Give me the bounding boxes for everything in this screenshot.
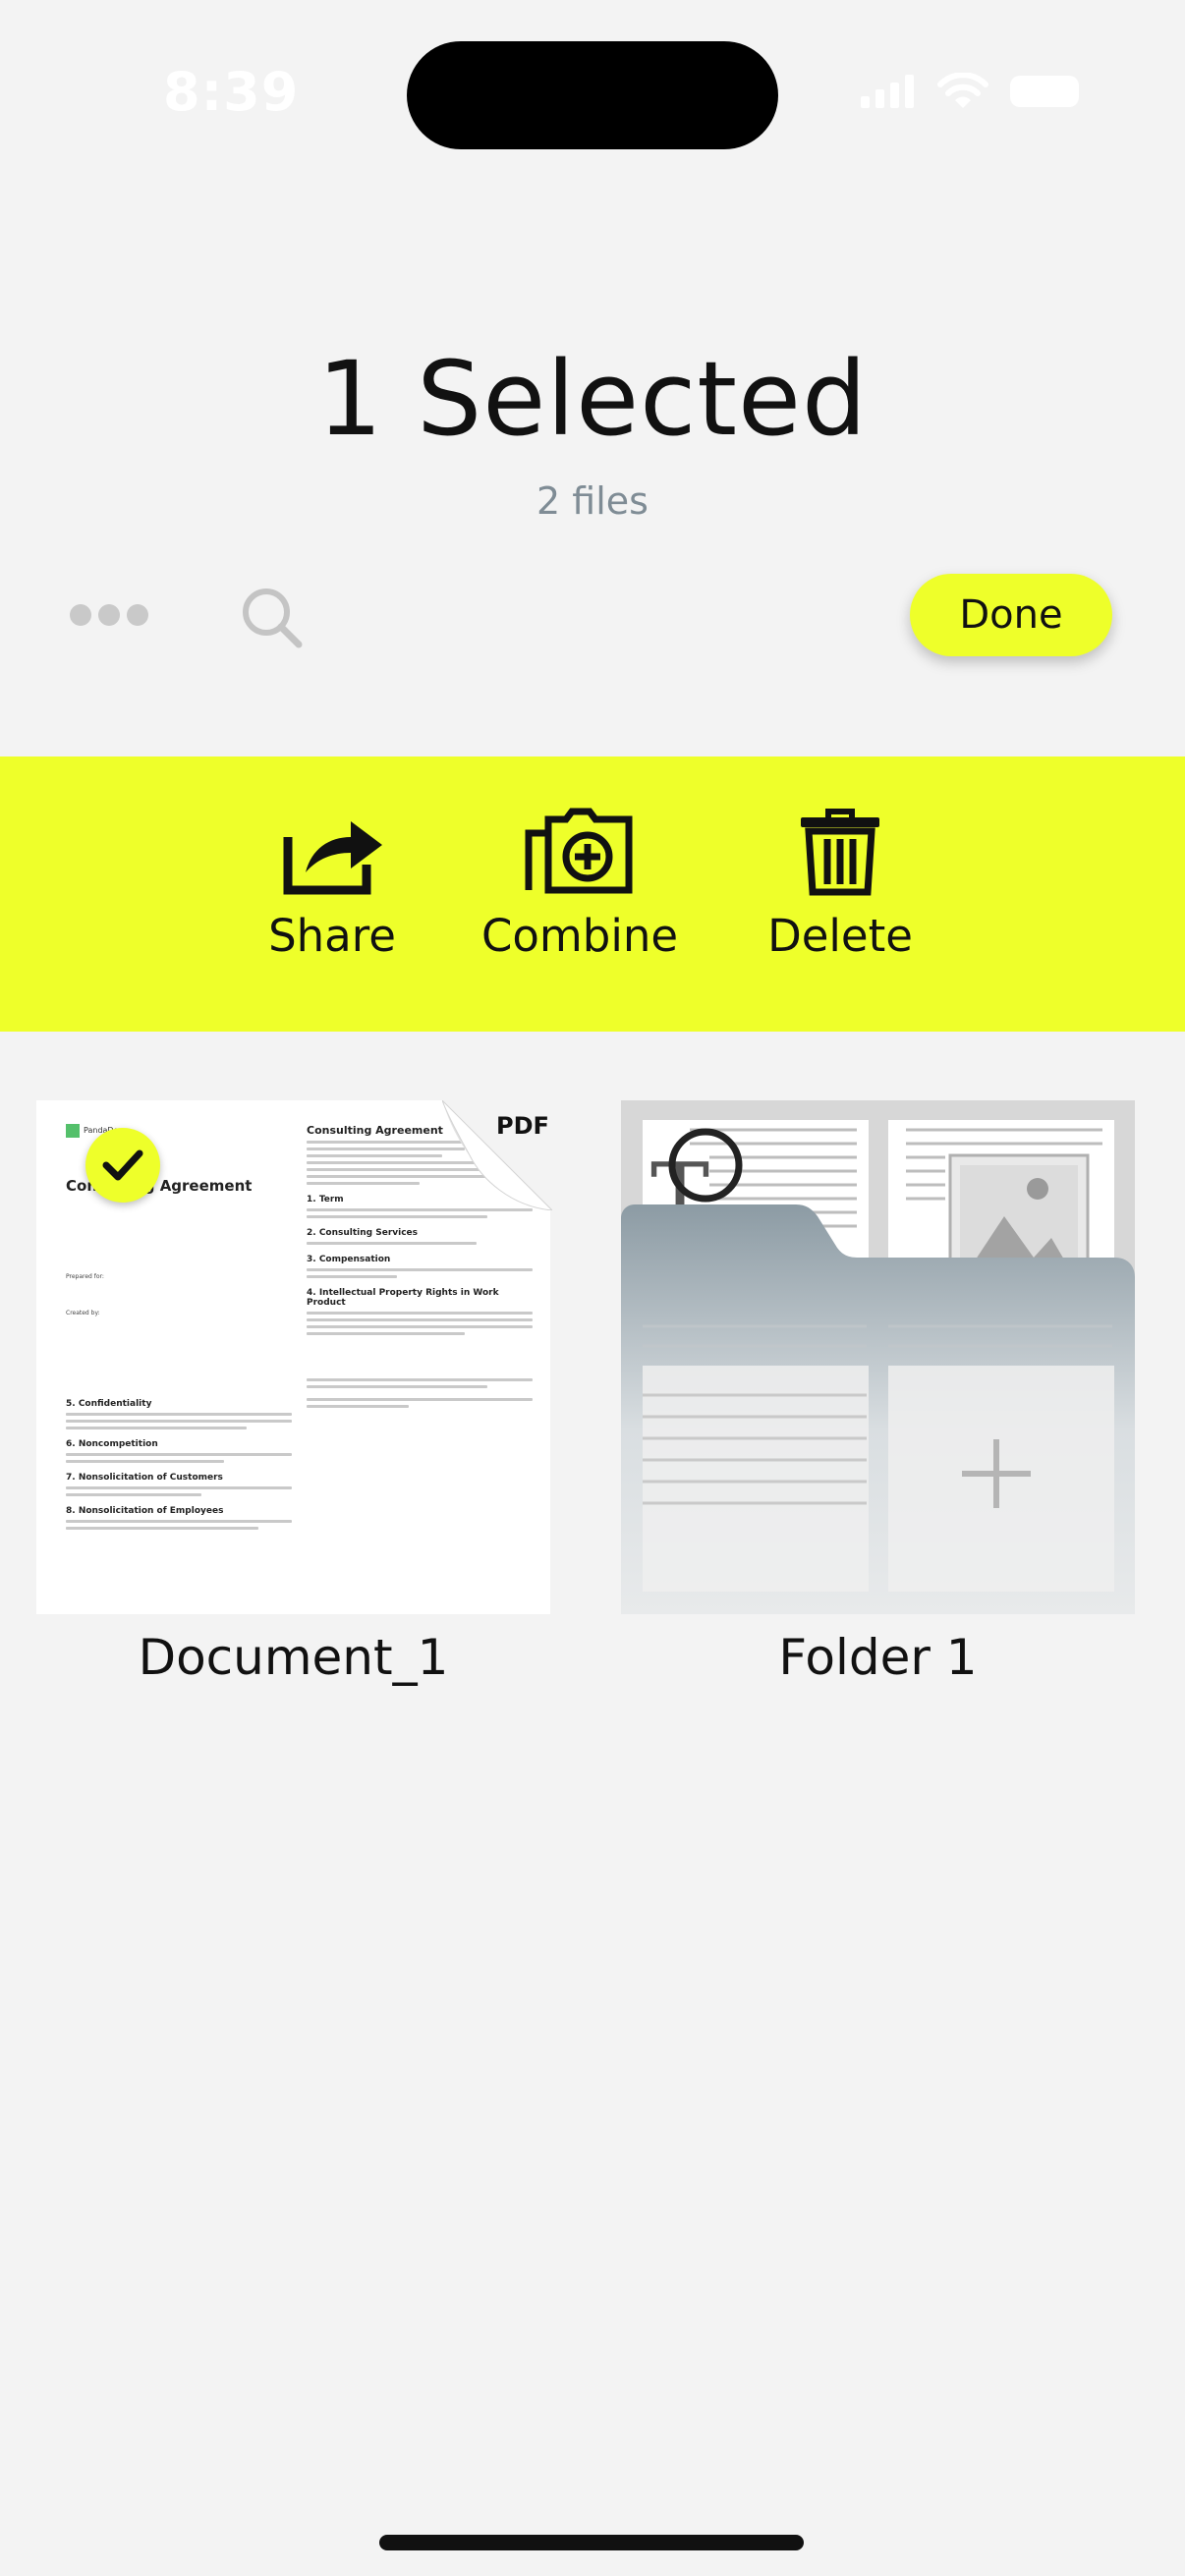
- battery-icon: [1010, 76, 1079, 107]
- delete-label: Delete: [767, 910, 913, 962]
- selection-action-bar: Share Combine Delete: [0, 756, 1185, 1032]
- dynamic-island: [407, 41, 778, 149]
- page-title: 1 Selected: [316, 339, 869, 459]
- doc-created-by: Created by:: [66, 1310, 100, 1316]
- folder-name: Folder 1: [778, 1629, 978, 1686]
- share-label: Share: [268, 910, 396, 962]
- doc-prepared-for: Prepared for:: [66, 1273, 104, 1280]
- share-button[interactable]: Share: [263, 808, 401, 962]
- home-indicator: [379, 2535, 804, 2550]
- checkmark-icon: [102, 1149, 143, 1181]
- search-icon[interactable]: [240, 586, 305, 650]
- document-name: Document_1: [138, 1629, 449, 1686]
- delete-button[interactable]: Delete: [757, 808, 924, 962]
- cellular-signal-icon: [861, 75, 914, 108]
- doc-section: 2. Consulting Services: [307, 1228, 419, 1238]
- selected-checkmark[interactable]: [85, 1128, 160, 1203]
- done-label: Done: [959, 592, 1063, 638]
- status-time: 8:39: [163, 61, 300, 123]
- combine-label: Combine: [480, 910, 679, 962]
- ellipsis-icon[interactable]: [69, 601, 149, 629]
- file-count: 2 files: [536, 479, 649, 523]
- doc-section: 4. Intellectual Property Rights in Work …: [307, 1288, 499, 1308]
- done-button[interactable]: Done: [910, 574, 1112, 656]
- doc-section: 6. Noncompetition: [66, 1439, 158, 1449]
- combine-button[interactable]: Combine: [472, 808, 688, 962]
- pdf-badge: PDF: [496, 1112, 549, 1140]
- doc-section: 3. Compensation: [307, 1255, 391, 1264]
- combine-icon: [525, 808, 633, 894]
- status-indicators: [861, 73, 1079, 110]
- doc-section: 7. Nonsolicitation of Customers: [66, 1473, 223, 1483]
- wifi-icon: [937, 73, 988, 108]
- doc-logo-icon: [66, 1123, 80, 1138]
- doc-section: 5. Confidentiality: [66, 1399, 152, 1409]
- folder-thumbnail[interactable]: T: [621, 1100, 1135, 1614]
- doc-section: 8. Nonsolicitation of Employees: [66, 1506, 224, 1516]
- trash-icon: [801, 809, 879, 896]
- share-icon: [283, 821, 382, 895]
